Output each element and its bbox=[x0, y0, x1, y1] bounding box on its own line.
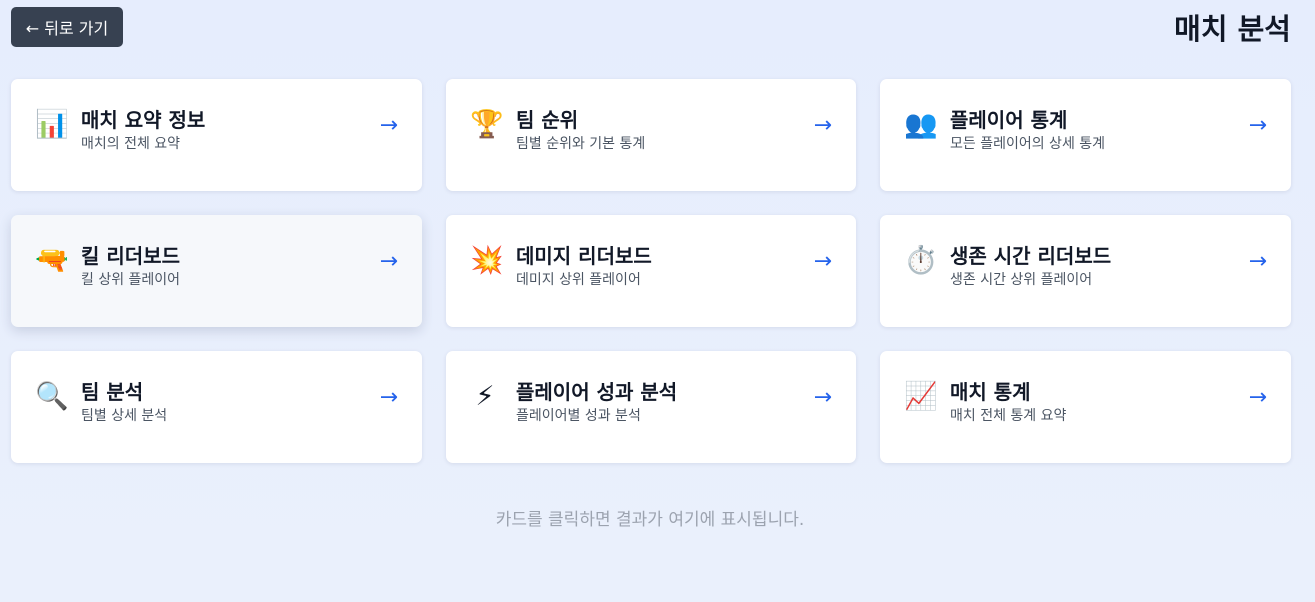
page-title: 매치 분석 bbox=[1174, 12, 1291, 46]
card-description: 매치의 전체 요약 bbox=[81, 136, 181, 152]
lightning-icon: ⚡ bbox=[475, 381, 495, 412]
card-title: 킬 리더보드 bbox=[81, 244, 180, 268]
arrow-right-icon: → bbox=[379, 113, 398, 138]
card-title: 매치 요약 정보 bbox=[81, 108, 206, 132]
analysis-card-grid: 📊 매치 요약 정보 매치의 전체 요약 → 🏆 팀 순위 팀별 순위와 기본 … bbox=[11, 79, 1291, 463]
arrow-right-icon: → bbox=[813, 113, 832, 138]
people-icon: 👥 bbox=[904, 109, 938, 140]
card-description: 팀별 순위와 기본 통계 bbox=[516, 136, 646, 152]
bar-chart-icon: 📊 bbox=[35, 109, 69, 140]
card-description: 플레이어별 성과 분석 bbox=[516, 408, 641, 424]
card-title: 생존 시간 리더보드 bbox=[950, 244, 1112, 268]
trophy-icon: 🏆 bbox=[470, 109, 504, 140]
card-description: 매치 전체 통계 요약 bbox=[950, 408, 1067, 424]
arrow-right-icon: → bbox=[1248, 385, 1267, 410]
card-description: 팀별 상세 분석 bbox=[81, 408, 168, 424]
card-title: 플레이어 통계 bbox=[950, 108, 1068, 132]
card-damage-leaderboard[interactable]: 💥 데미지 리더보드 데미지 상위 플레이어 → bbox=[446, 215, 856, 327]
arrow-right-icon: → bbox=[813, 249, 832, 274]
explosion-icon: 💥 bbox=[470, 245, 504, 276]
card-title: 플레이어 성과 분석 bbox=[516, 380, 678, 404]
line-chart-icon: 📈 bbox=[904, 381, 938, 412]
card-survival-leaderboard[interactable]: ⏱️ 생존 시간 리더보드 생존 시간 상위 플레이어 → bbox=[880, 215, 1291, 327]
card-title: 팀 순위 bbox=[516, 108, 579, 132]
card-title: 팀 분석 bbox=[81, 380, 144, 404]
card-title: 매치 통계 bbox=[950, 380, 1031, 404]
arrow-right-icon: → bbox=[379, 249, 398, 274]
pistol-icon: 🔫 bbox=[35, 245, 69, 276]
card-player-performance[interactable]: ⚡ 플레이어 성과 분석 플레이어별 성과 분석 → bbox=[446, 351, 856, 463]
card-description: 킬 상위 플레이어 bbox=[81, 272, 181, 288]
card-team-ranking[interactable]: 🏆 팀 순위 팀별 순위와 기본 통계 → bbox=[446, 79, 856, 191]
card-team-analysis[interactable]: 🔍 팀 분석 팀별 상세 분석 → bbox=[11, 351, 422, 463]
magnifier-icon: 🔍 bbox=[35, 381, 69, 412]
card-match-summary[interactable]: 📊 매치 요약 정보 매치의 전체 요약 → bbox=[11, 79, 422, 191]
stopwatch-icon: ⏱️ bbox=[904, 245, 938, 276]
card-player-stats[interactable]: 👥 플레이어 통계 모든 플레이어의 상세 통계 → bbox=[880, 79, 1291, 191]
arrow-right-icon: → bbox=[1248, 113, 1267, 138]
card-match-stats[interactable]: 📈 매치 통계 매치 전체 통계 요약 → bbox=[880, 351, 1291, 463]
card-description: 데미지 상위 플레이어 bbox=[516, 272, 641, 288]
result-placeholder-text: 카드를 클릭하면 결과가 여기에 표시됩니다. bbox=[495, 510, 805, 530]
arrow-right-icon: → bbox=[813, 385, 832, 410]
card-description: 모든 플레이어의 상세 통계 bbox=[950, 136, 1106, 152]
card-kill-leaderboard[interactable]: 🔫 킬 리더보드 킬 상위 플레이어 → bbox=[11, 215, 422, 327]
card-description: 생존 시간 상위 플레이어 bbox=[950, 272, 1093, 288]
arrow-right-icon: → bbox=[379, 385, 398, 410]
match-analysis-page: ← 뒤로 가기 매치 분석 📊 매치 요약 정보 매치의 전체 요약 → 🏆 팀… bbox=[0, 0, 1315, 602]
card-title: 데미지 리더보드 bbox=[516, 244, 652, 268]
back-button[interactable]: ← 뒤로 가기 bbox=[11, 7, 123, 47]
arrow-right-icon: → bbox=[1248, 249, 1267, 274]
